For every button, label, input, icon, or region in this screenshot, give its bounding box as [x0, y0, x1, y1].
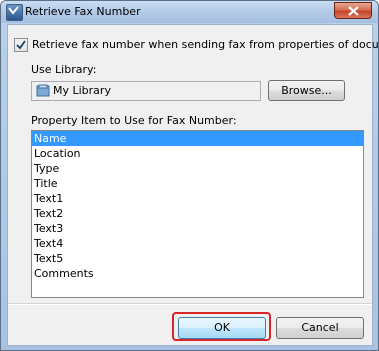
dialog-window: Retrieve Fax Number Retrieve fax number …	[0, 0, 379, 351]
list-item-comments[interactable]: Comments	[32, 266, 363, 281]
window-title: Retrieve Fax Number	[25, 5, 141, 18]
retrieve-checkbox-label[interactable]: Retrieve fax number when sending fax fro…	[32, 38, 378, 51]
property-label: Property Item to Use for Fax Number:	[31, 114, 237, 127]
list-item-location[interactable]: Location	[32, 146, 363, 161]
close-icon	[348, 6, 359, 16]
close-button[interactable]	[334, 2, 372, 19]
list-item-type[interactable]: Type	[32, 161, 363, 176]
property-listbox[interactable]: Name Location Type Title Text1 Text2 Tex…	[31, 130, 364, 298]
retrieve-checkbox[interactable]	[14, 38, 28, 52]
list-item-text4[interactable]: Text4	[32, 236, 363, 251]
ok-button[interactable]: OK	[178, 317, 266, 339]
browse-button[interactable]: Browse...	[268, 80, 345, 101]
checkmark-icon	[16, 40, 26, 50]
list-item-text1[interactable]: Text1	[32, 191, 363, 206]
list-item-text2[interactable]: Text2	[32, 206, 363, 221]
list-item-name[interactable]: Name	[32, 131, 363, 146]
cancel-button[interactable]: Cancel	[276, 317, 364, 339]
library-icon	[36, 84, 50, 100]
dialog-content: Retrieve fax number when sending fax fro…	[7, 24, 378, 346]
list-item-text5[interactable]: Text5	[32, 251, 363, 266]
separator	[8, 303, 372, 305]
title-bar[interactable]: Retrieve Fax Number	[1, 1, 378, 23]
library-value: My Library	[53, 84, 111, 97]
app-icon	[6, 4, 23, 21]
list-item-title[interactable]: Title	[32, 176, 363, 191]
use-library-label: Use Library:	[31, 63, 97, 76]
list-item-text3[interactable]: Text3	[32, 221, 363, 236]
library-field: My Library	[31, 81, 261, 101]
